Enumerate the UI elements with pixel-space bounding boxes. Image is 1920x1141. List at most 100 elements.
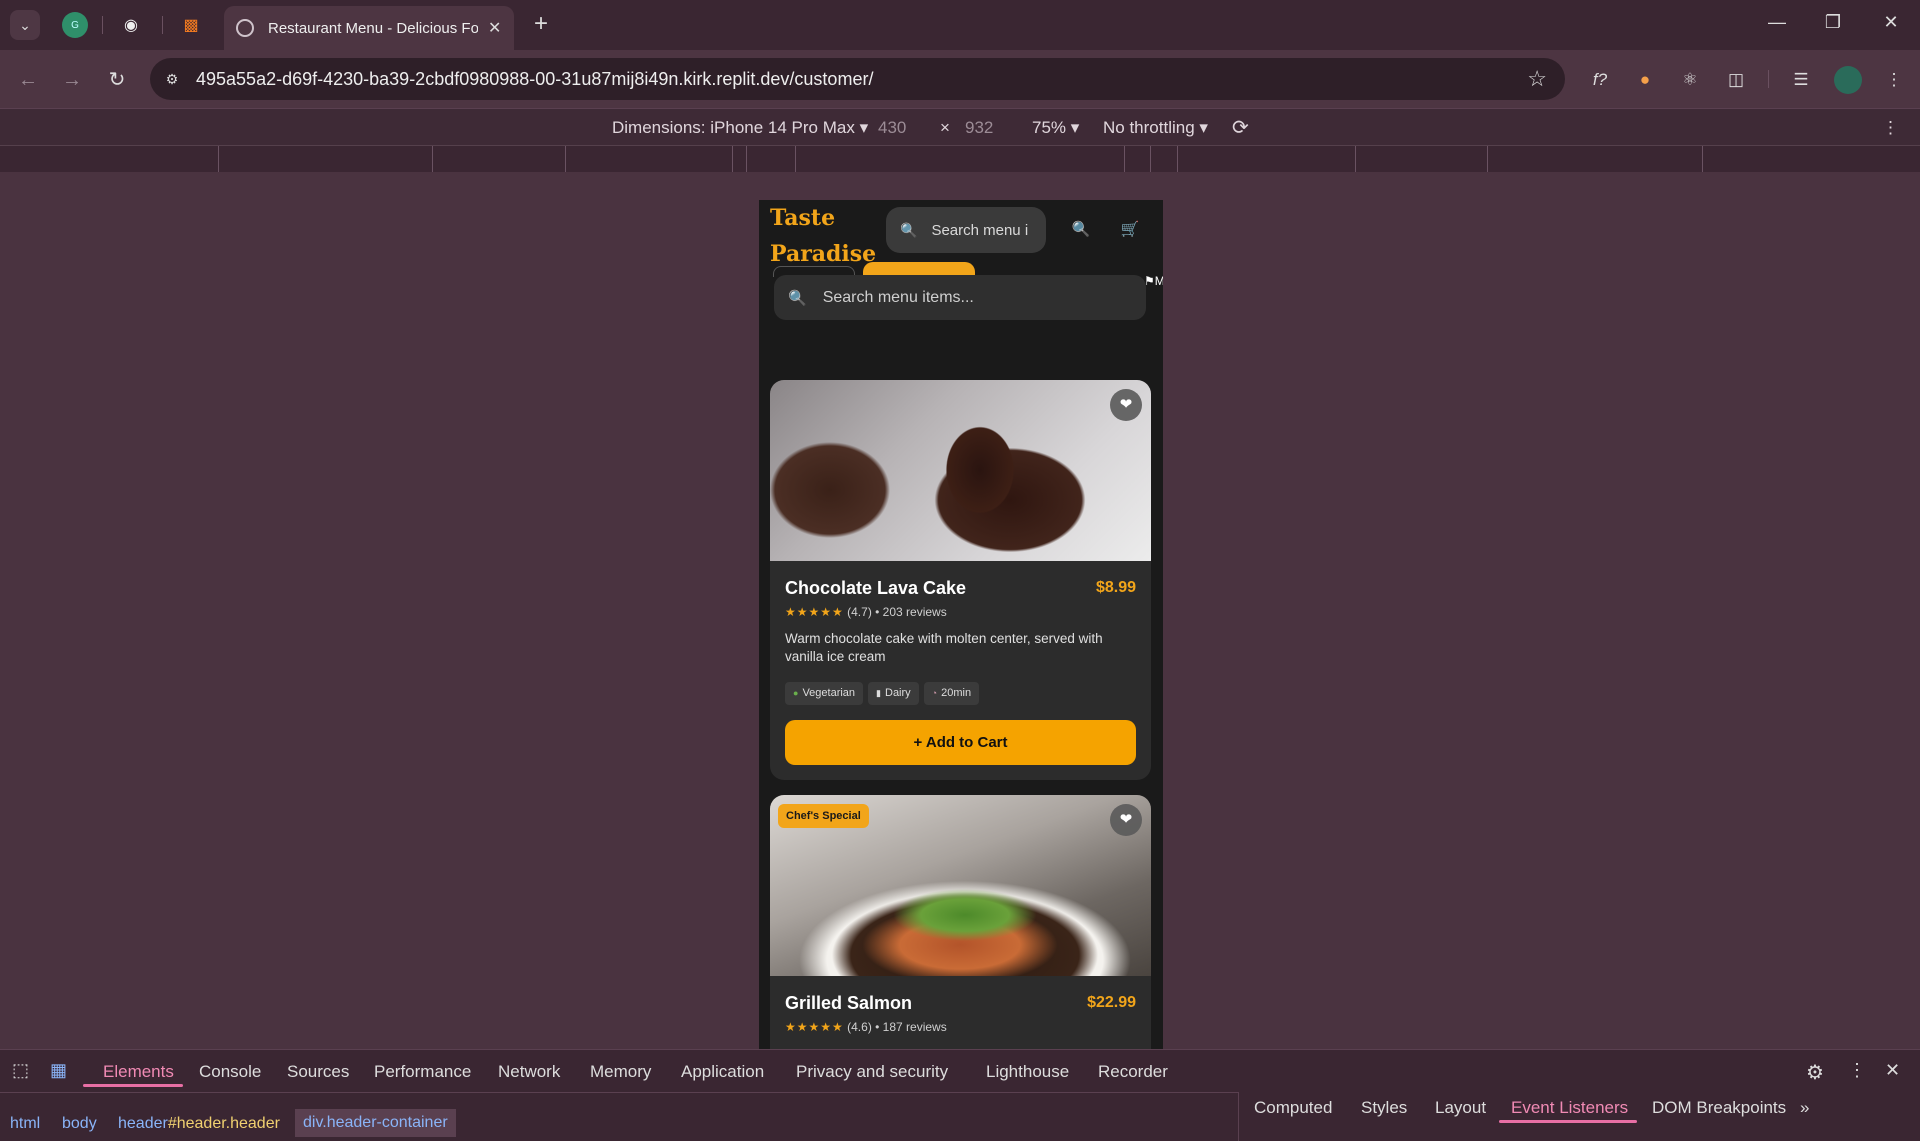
dimension-times: × [940,118,950,137]
media-controls-icon[interactable]: ☰ [1787,66,1815,94]
pinned-tab-replit-icon[interactable]: ▩ [178,12,204,38]
pinned-tab-grammarly-icon[interactable]: G [62,12,88,38]
inspect-element-icon[interactable]: ⬚ [12,1060,29,1081]
media-query-ruler [0,145,1920,173]
sidebar-tab-layout[interactable]: Layout [1435,1098,1486,1118]
mobile-viewport: Taste Paradise 🔍 Search menu i 🔍 🛒 ⚑M 🔍 S… [759,200,1163,1049]
add-to-cart-button[interactable]: + Add to Cart [785,720,1136,765]
profile-avatar[interactable] [1834,66,1862,94]
food-image: ❤ [770,380,1151,561]
formula-extension-icon[interactable]: f? [1586,66,1614,94]
active-tab[interactable]: Restaurant Menu - Delicious Fo ✕ [224,6,514,50]
device-toggle-icon[interactable]: ▦ [50,1060,67,1081]
item-price: $22.99 [1087,994,1136,1011]
devtools-divider [0,1092,1238,1093]
menu-search-input[interactable]: 🔍 Search menu items... [774,275,1146,320]
bookmark-star-icon[interactable]: ☆ [1527,66,1547,92]
restore-icon[interactable]: ❐ [1818,12,1848,33]
device-height-input[interactable]: 932 [965,118,993,138]
devtools-tab-sources[interactable]: Sources [287,1062,349,1082]
item-tags: ● Vegetarian ▮ Dairy ◔ 20min [785,682,980,705]
sidebar-tab-computed[interactable]: Computed [1254,1098,1332,1118]
devtools-tab-recorder[interactable]: Recorder [1098,1062,1168,1082]
item-name: Chocolate Lava Cake [785,578,967,598]
devtools-more-icon[interactable]: ⋮ [1848,1060,1866,1081]
category-pill-active[interactable] [863,262,975,276]
extension-icon[interactable]: ● [1631,66,1659,94]
rotate-icon[interactable]: ⟳ [1232,115,1249,140]
device-more-icon[interactable]: ⋮ [1882,118,1899,138]
brand-logo[interactable]: Taste Paradise [770,200,876,272]
minimize-icon[interactable]: — [1762,12,1792,33]
sidebar-tab-styles[interactable]: Styles [1361,1098,1407,1118]
crumb-div-header-container[interactable]: div.header-container [295,1109,456,1137]
active-tab-indicator [83,1084,183,1087]
tab-search-button[interactable]: ⌄ [10,10,40,40]
devtools-tab-privacy[interactable]: Privacy and security [796,1062,948,1082]
url-text[interactable]: 495a55a2-d69f-4230-ba39-2cbdf0980988-00-… [196,69,873,90]
tag-time: ◔ 20min [923,682,980,705]
corner-label: ⚑M [1144,274,1163,288]
tab-close-icon[interactable]: ✕ [488,18,501,38]
tab-separator [162,16,163,34]
more-tabs-chevron-icon[interactable]: » [1800,1098,1809,1118]
zoom-select[interactable]: 75% ▾ [1032,118,1079,138]
devtools-tab-application[interactable]: Application [681,1062,764,1082]
food-image: Chef's Special ❤ [770,795,1151,976]
devtools-tab-performance[interactable]: Performance [374,1062,471,1082]
react-devtools-icon[interactable]: ⚛ [1676,66,1704,94]
panel-divider [1238,1092,1239,1141]
extensions-puzzle-icon[interactable]: ◫ [1722,66,1750,94]
crumb-html[interactable]: html [10,1115,40,1133]
sidebar-tab-dom-breakpoints[interactable]: DOM Breakpoints [1652,1098,1786,1118]
devtools-tab-memory[interactable]: Memory [590,1062,651,1082]
device-toolbar: Dimensions: iPhone 14 Pro Max ▾ 430 × 93… [0,108,1920,146]
star-rating-icon: ★★★★★ [785,1020,844,1034]
devtools-close-icon[interactable]: ✕ [1885,1060,1900,1081]
pinned-tab-github-icon[interactable]: ◉ [118,12,144,38]
favorite-heart-icon[interactable]: ❤ [1110,389,1142,421]
header-search-input[interactable]: 🔍 Search menu i [886,207,1046,253]
item-price: $8.99 [1095,579,1136,596]
menu-card: ❤ Chocolate Lava Cake $8.99 ★★★★★ (4.7) … [770,380,1151,780]
toolbar-separator [1768,70,1769,88]
devtools-tab-elements[interactable]: Elements [103,1062,174,1082]
menu-search-placeholder: Search menu items... [822,288,974,306]
settings-gear-icon[interactable]: ⚙ [1806,1060,1824,1085]
search-icon: 🔍 [788,289,807,307]
cart-icon[interactable]: 🛒 [1118,218,1142,242]
device-width-input[interactable]: 430 [878,118,906,138]
reload-icon[interactable]: ↻ [103,66,131,94]
devtools-tab-console[interactable]: Console [199,1062,261,1082]
tab-title: Restaurant Menu - Delicious Fo [268,19,478,37]
browser-menu-icon[interactable]: ⋮ [1880,66,1908,94]
new-tab-button[interactable]: + [526,10,556,38]
globe-icon [236,19,254,37]
sidebar-active-indicator [1499,1120,1637,1123]
item-name: Grilled Salmon [785,993,913,1013]
devtools-tab-lighthouse[interactable]: Lighthouse [986,1062,1069,1082]
forward-icon[interactable]: → [58,66,86,94]
leaf-icon: ● [793,688,799,698]
favorite-heart-icon[interactable]: ❤ [1110,804,1142,836]
devtools-tab-network[interactable]: Network [498,1062,560,1082]
tag-dairy: ▮ Dairy [868,682,919,705]
address-bar[interactable]: ⚙ 495a55a2-d69f-4230-ba39-2cbdf0980988-0… [150,58,1565,100]
back-icon[interactable]: ← [14,66,42,94]
chevron-down-icon: ⌄ [19,16,31,33]
chefs-special-badge: Chef's Special [778,804,869,828]
star-rating-icon: ★★★★★ [785,605,844,619]
item-rating: ★★★★★ (4.7) • 203 reviews [785,605,947,619]
close-window-icon[interactable]: ✕ [1876,12,1906,33]
devtools-panel: ⬚ ▦ Elements Console Sources Performance… [0,1049,1920,1141]
search-button-icon[interactable]: 🔍 [1069,218,1093,242]
tab-separator [102,16,103,34]
crumb-header[interactable]: header#header.header [118,1115,280,1133]
clock-icon: ◔ [931,688,938,698]
crumb-body[interactable]: body [62,1115,97,1133]
throttling-select[interactable]: No throttling ▾ [1103,118,1208,138]
site-info-icon[interactable]: ⚙ [162,69,182,89]
item-description: Warm chocolate cake with molten center, … [785,631,1103,664]
sidebar-tab-event-listeners[interactable]: Event Listeners [1511,1098,1628,1118]
device-dimensions-select[interactable]: Dimensions: iPhone 14 Pro Max ▾ [612,118,868,138]
